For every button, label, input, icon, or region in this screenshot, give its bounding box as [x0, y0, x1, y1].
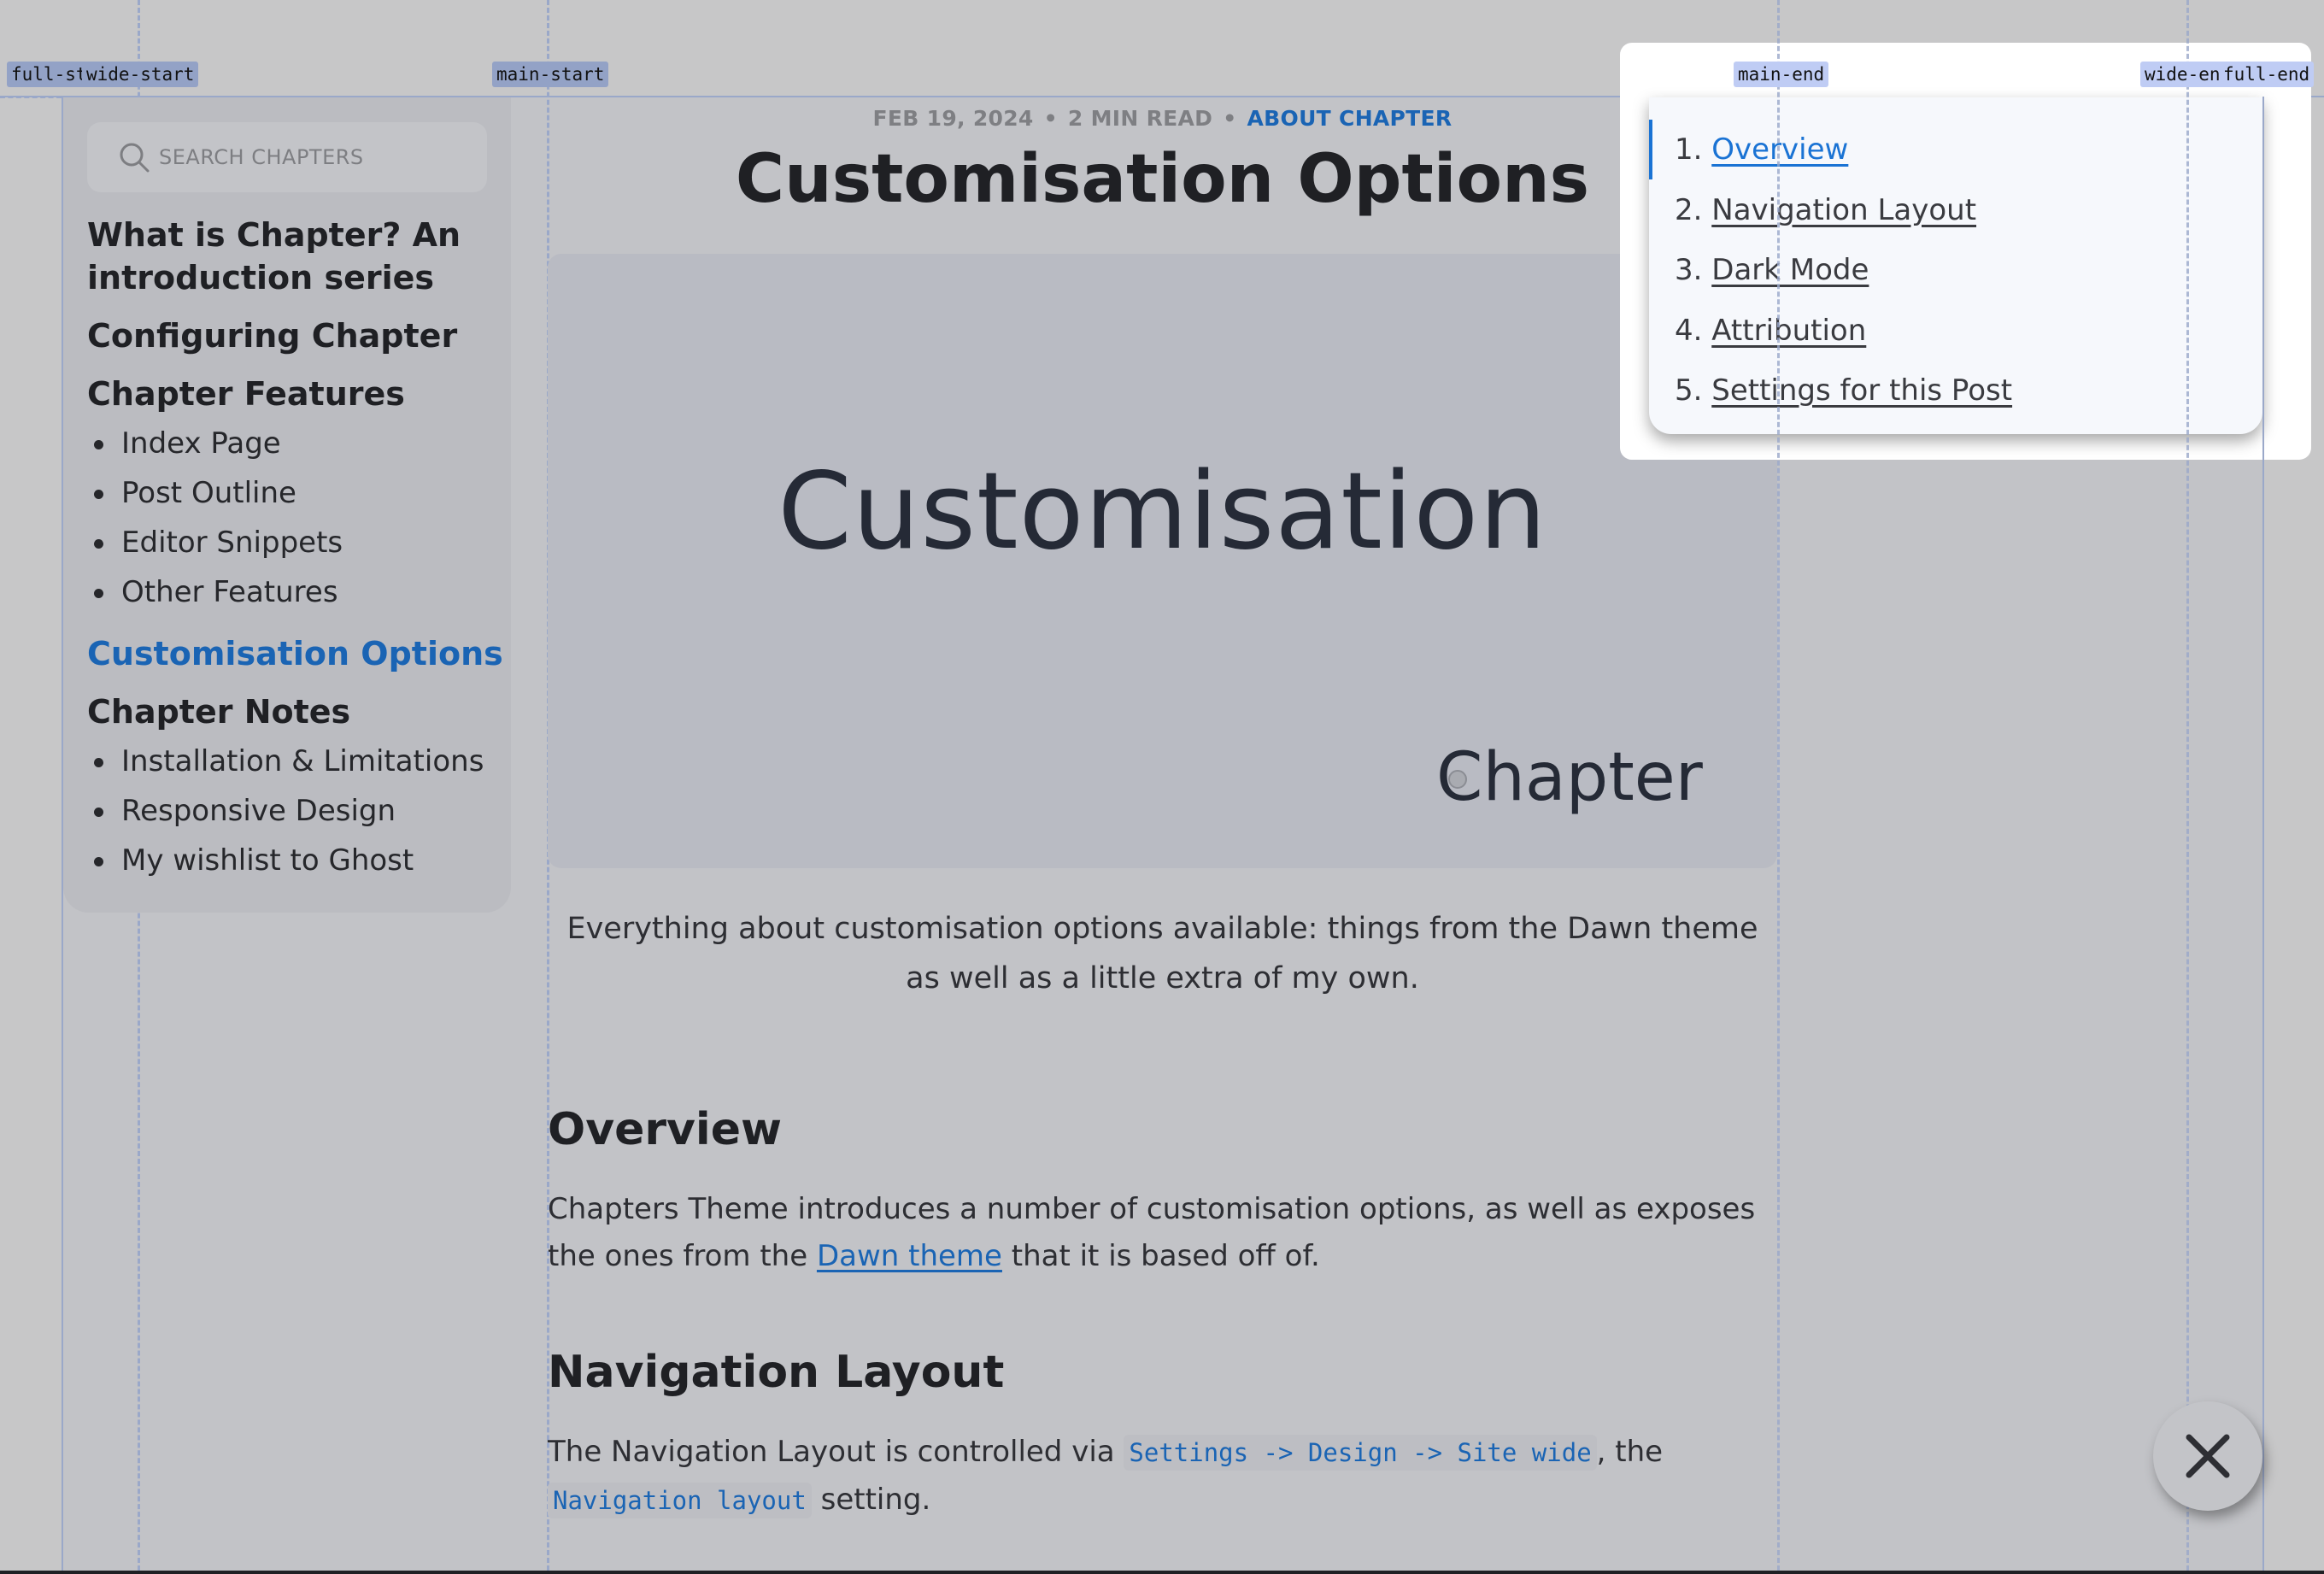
toc-item: 5. Settings for this Post: [1675, 361, 2012, 421]
toc-number: 5.: [1675, 373, 1703, 408]
search-icon: [120, 143, 150, 173]
features-list: Index Page Post Outline Editor Snippets …: [87, 419, 506, 617]
chapter-nav: What is Chapter? An introduction series …: [87, 214, 506, 901]
text: that it is based off of.: [1001, 1239, 1320, 1273]
dawn-theme-link[interactable]: Dawn theme: [817, 1239, 1002, 1273]
post-excerpt: Everything about customisation options a…: [566, 912, 1758, 995]
nav-section-customisation-active[interactable]: Customisation Options: [87, 632, 506, 675]
sidebar: SEARCH CHAPTERS What is Chapter? An intr…: [63, 97, 511, 913]
nav-item-other-features[interactable]: Other Features: [87, 567, 506, 617]
nav-section-configuring[interactable]: Configuring Chapter: [87, 314, 506, 357]
text: The Navigation Layout is controlled via: [548, 1435, 1124, 1469]
grid-line-full-end: [2262, 97, 2264, 1571]
heading-navigation-layout: Navigation Layout: [548, 1347, 1005, 1398]
search-placeholder: SEARCH CHAPTERS: [159, 145, 364, 169]
grid-label-main-start: main-start: [492, 62, 609, 87]
post-tag-link[interactable]: ABOUT CHAPTER: [1247, 106, 1452, 131]
close-icon: [2186, 1434, 2230, 1478]
nav-section-notes[interactable]: Chapter Notes: [87, 690, 506, 733]
meta-separator: •: [1223, 106, 1237, 131]
toc-link-navigation-layout[interactable]: Navigation Layout: [1711, 193, 1976, 227]
post-read-time: 2 MIN READ: [1067, 106, 1213, 131]
toc-link-attribution[interactable]: Attribution: [1711, 314, 1866, 348]
hero-image: Customisation Chapter: [548, 254, 1777, 868]
text: setting.: [811, 1483, 931, 1517]
code-navigation-layout: Navigation layout: [548, 1483, 812, 1518]
nav-item-responsive[interactable]: Responsive Design: [87, 786, 506, 836]
grid-label-main-end: main-end: [1734, 62, 1829, 87]
grid-label-wide-end: wide-en: [2140, 62, 2226, 87]
grid-line-main-end: [1777, 0, 1780, 1571]
text: , the: [1596, 1435, 1664, 1469]
nav-item-index-page[interactable]: Index Page: [87, 419, 506, 468]
toc-item: 3. Dark Mode: [1675, 240, 2012, 301]
grid-label-full-end: full-end: [2219, 62, 2315, 87]
table-of-contents: 1. Overview 2. Navigation Layout 3. Dark…: [1649, 97, 2262, 434]
toc-number: 4.: [1675, 313, 1703, 348]
grid-label-full-start: full-st: [7, 62, 87, 87]
post-meta: FEB 19, 2024 • 2 MIN READ • ABOUT CHAPTER: [548, 106, 1777, 131]
page-title: Customisation Options: [735, 141, 1590, 218]
nav-item-post-outline[interactable]: Post Outline: [87, 468, 506, 518]
toc-link-settings[interactable]: Settings for this Post: [1711, 373, 2012, 408]
toc-item: 1. Overview: [1675, 120, 2012, 180]
toc-item: 2. Navigation Layout: [1675, 180, 2012, 241]
logo-text: hapter: [1482, 739, 1703, 816]
toc-number: 3.: [1675, 253, 1703, 287]
toc-number: 1.: [1675, 132, 1703, 167]
post-date: FEB 19, 2024: [872, 106, 1034, 131]
grid-line-wide-end: [2186, 0, 2189, 1571]
nav-item-wishlist[interactable]: My wishlist to Ghost: [87, 836, 506, 885]
nav-item-editor-snippets[interactable]: Editor Snippets: [87, 518, 506, 567]
logo-dot-icon: [1448, 770, 1467, 789]
nav-item-installation[interactable]: Installation & Limitations: [87, 737, 506, 786]
toc-link-dark-mode[interactable]: Dark Mode: [1711, 253, 1869, 287]
window-bottom-edge: [0, 1571, 2324, 1574]
nav-section-features[interactable]: Chapter Features: [87, 373, 506, 415]
grid-label-wide-start: wide-start: [82, 62, 199, 87]
toc-link-overview[interactable]: Overview: [1711, 132, 1848, 167]
code-settings-path: Settings -> Design -> Site wide: [1124, 1435, 1597, 1471]
meta-separator: •: [1043, 106, 1058, 131]
overview-paragraph: Chapters Theme introduces a number of cu…: [548, 1186, 1777, 1280]
search-input[interactable]: SEARCH CHAPTERS: [87, 122, 487, 192]
hero-title: Customisation: [778, 450, 1547, 573]
nav-section-what-is-chapter[interactable]: What is Chapter? An introduction series: [87, 214, 506, 299]
navigation-paragraph: The Navigation Layout is controlled via …: [548, 1429, 1777, 1524]
chapter-logo: Chapter: [1436, 739, 1703, 816]
toc-number: 2.: [1675, 192, 1703, 227]
toc-item: 4. Attribution: [1675, 301, 2012, 361]
close-button[interactable]: [2153, 1401, 2262, 1511]
toc-list: 1. Overview 2. Navigation Layout 3. Dark…: [1675, 120, 2012, 421]
heading-overview: Overview: [548, 1104, 783, 1155]
notes-list: Installation & Limitations Responsive De…: [87, 737, 506, 885]
toc-active-indicator: [1649, 120, 1652, 179]
